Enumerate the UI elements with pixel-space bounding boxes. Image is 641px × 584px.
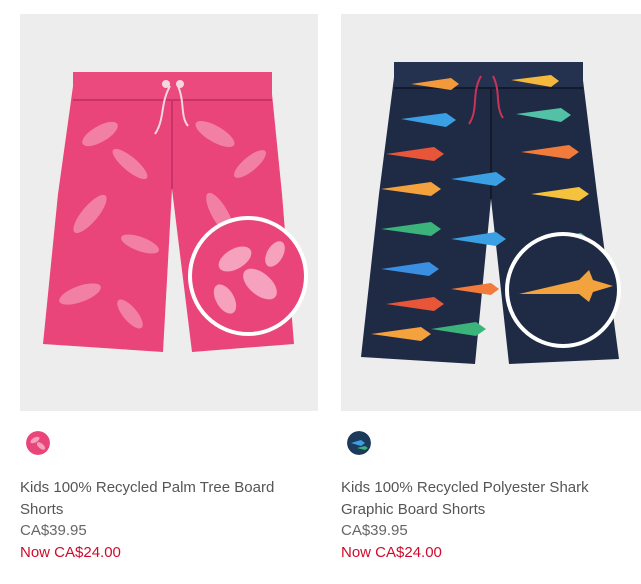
product-name-link[interactable]: Kids 100% Recycled Polyester Shark Graph… <box>341 477 641 521</box>
product-name-link[interactable]: Kids 100% Recycled Palm Tree Board Short… <box>20 477 320 521</box>
product-image-link[interactable] <box>20 14 318 411</box>
pink-palm-board-shorts-image <box>43 72 308 352</box>
navy-swatch-icon <box>347 431 371 455</box>
original-price: CA$39.95 <box>341 522 408 539</box>
navy-shark-board-shorts-image <box>361 62 621 364</box>
original-price: CA$39.95 <box>20 522 87 539</box>
color-swatch[interactable] <box>347 431 371 455</box>
color-swatch[interactable] <box>26 431 50 455</box>
pink-swatch-icon <box>26 431 50 455</box>
sale-price: Now CA$24.00 <box>341 544 442 561</box>
product-image-link[interactable] <box>341 14 641 411</box>
sale-price: Now CA$24.00 <box>20 544 121 561</box>
